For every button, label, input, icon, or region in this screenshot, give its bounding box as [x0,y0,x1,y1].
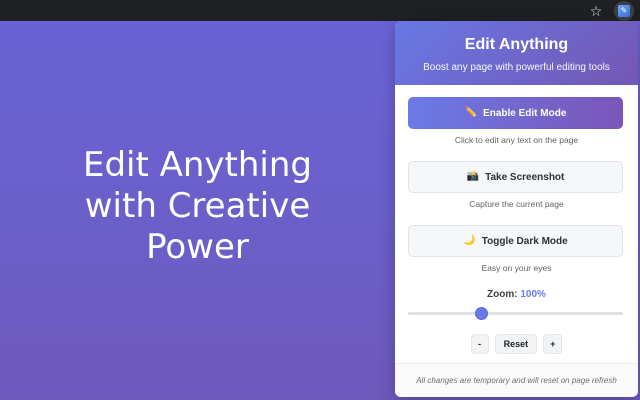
zoom-slider[interactable] [408,306,623,320]
camera-icon: 📸 [466,171,480,182]
take-screenshot-caption: Capture the current page [469,199,564,209]
hero-heading: Edit Anything with Creative Power [82,145,313,267]
toggle-dark-mode-button[interactable]: 🌙 Toggle Dark Mode [408,225,623,257]
toggle-dark-mode-label: Toggle Dark Mode [481,235,568,247]
enable-edit-mode-label: Enable Edit Mode [483,107,567,119]
zoom-value: 100% [520,289,546,300]
take-screenshot-button[interactable]: 📸 Take Screenshot [408,161,623,193]
extension-popup: Edit Anything Boost any page with powerf… [395,21,638,397]
pencil-icon: ✏️ [464,107,478,118]
zoom-slider-thumb[interactable] [475,307,489,320]
zoom-label: Zoom: [487,289,518,300]
popup-header: Edit Anything Boost any page with powerf… [395,21,638,85]
zoom-out-button[interactable]: - [470,334,489,354]
zoom-slider-track[interactable] [408,312,623,315]
popup-title: Edit Anything [464,36,569,53]
zoom-controls: - Reset + [408,334,625,354]
zoom-reset-button[interactable]: Reset [494,334,538,354]
zoom-readout: Zoom: 100% [408,289,625,300]
take-screenshot-label: Take Screenshot [485,171,565,183]
popup-body: ✏️ Enable Edit Mode Click to edit any te… [395,85,638,354]
browser-toolbar: ☆ ✎ [0,0,640,21]
toggle-dark-mode-caption: Easy on your eyes [481,263,552,273]
zoom-in-button[interactable]: + [543,334,563,354]
enable-edit-mode-caption: Click to edit any text on the page [454,135,579,145]
popup-subtitle: Boost any page with powerful editing too… [423,62,610,73]
popup-footer-note: All changes are temporary and will reset… [395,363,638,397]
edit-anything-extension-icon: ✎ [618,4,630,17]
star-icon[interactable]: ☆ [588,4,604,18]
enable-edit-mode-button[interactable]: ✏️ Enable Edit Mode [408,97,623,129]
extension-button[interactable]: ✎ [614,0,634,21]
moon-icon: 🌙 [463,235,476,246]
